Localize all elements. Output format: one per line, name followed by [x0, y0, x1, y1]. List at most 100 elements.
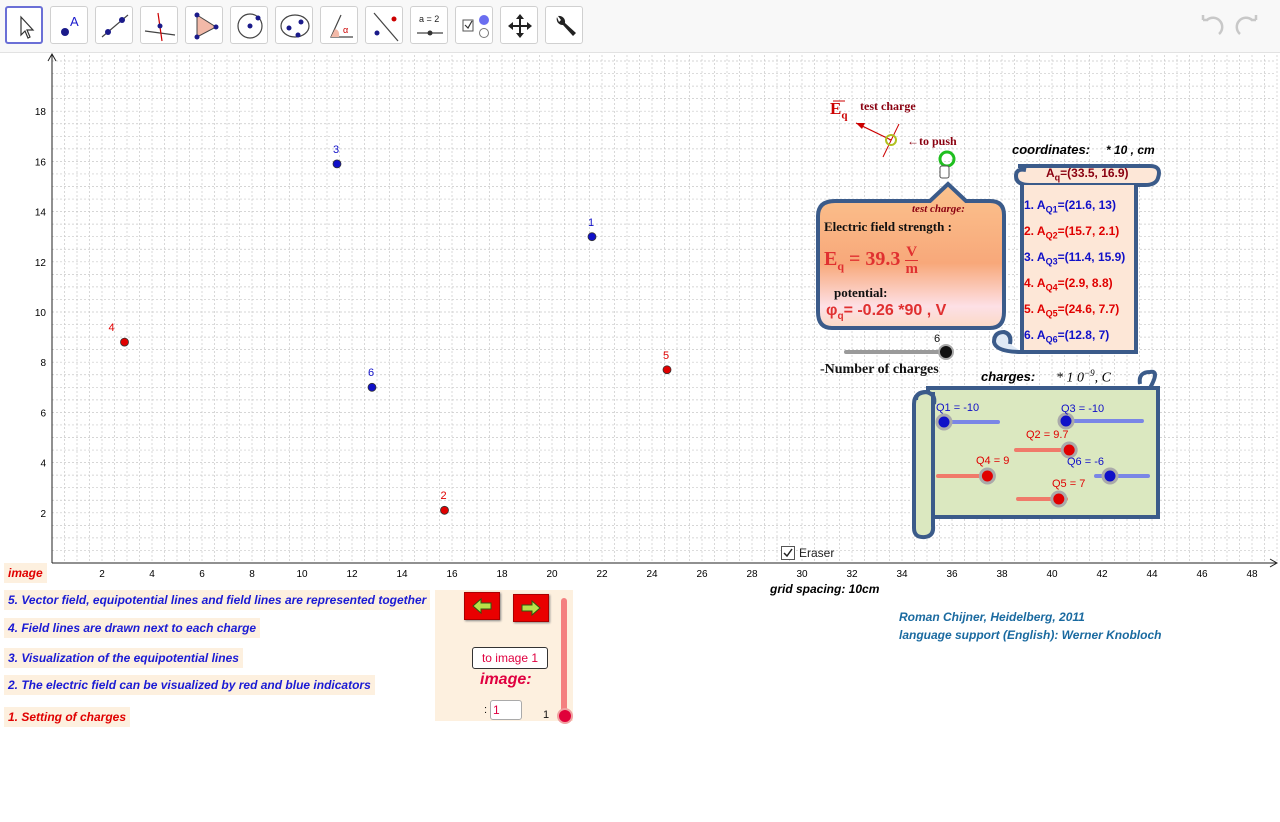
charge-point-label: 3	[333, 143, 340, 156]
image-slider-knob[interactable]	[557, 708, 573, 724]
charge-slider-label: Q3 = -10	[1061, 403, 1105, 415]
x-tick-label: 2	[99, 569, 105, 580]
charges-scroll-frame	[912, 369, 1160, 540]
next-image-button[interactable]	[513, 594, 549, 622]
coordinates-unit: * 10 , cm	[1106, 143, 1155, 157]
charge-coordinate-row: 4. AQ4=(2.9, 8.8)	[1024, 276, 1113, 293]
charge-point-label: 2	[440, 490, 447, 503]
x-tick-label: 8	[249, 569, 255, 580]
x-tick-label: 44	[1146, 569, 1158, 580]
x-tick-label: 32	[846, 569, 858, 580]
charge-slider-label: Q1 = -10	[936, 402, 980, 414]
x-tick-label: 40	[1046, 569, 1058, 580]
image-number-input[interactable]	[490, 700, 522, 720]
menu-item-2[interactable]: 2. The electric field can be visualized …	[4, 675, 375, 695]
charge-point[interactable]	[662, 365, 672, 375]
y-tick-label: 16	[35, 157, 47, 168]
charge-slider-knob[interactable]	[1050, 490, 1068, 508]
arrow-right-icon	[521, 599, 541, 617]
charge-point[interactable]	[120, 337, 129, 347]
y-tick-label: 14	[35, 208, 47, 219]
x-tick-label: 38	[996, 569, 1008, 580]
image-input-colon: :	[484, 704, 488, 716]
x-tick-label: 26	[696, 569, 708, 580]
charge-point-label: 5	[663, 349, 670, 362]
y-tick-label: 18	[35, 107, 47, 118]
x-tick-label: 20	[546, 569, 558, 580]
x-tick-label: 16	[446, 569, 458, 580]
test-charge-caption: test charge:	[912, 203, 965, 215]
charge-slider-label: Q4 = 9	[976, 455, 1010, 467]
charge-coordinate-row: 2. AQ2=(15.7, 2.1)	[1024, 224, 1120, 241]
charge-slider-knob[interactable]	[1101, 467, 1119, 485]
charge-slider-knob[interactable]	[935, 413, 953, 431]
charge-point-label: 6	[368, 367, 375, 380]
arrow-left-icon	[472, 597, 492, 615]
charge-slider-knob[interactable]	[1057, 412, 1075, 430]
number-of-charges-label: -Number of charges	[820, 362, 939, 377]
y-tick-label: 8	[40, 358, 46, 369]
charge-point[interactable]	[332, 159, 342, 169]
x-axis-ticks: 0246810121416182022242628303234363840424…	[41, 569, 1258, 580]
menu-item-1[interactable]: 1. Setting of charges	[4, 707, 131, 727]
x-tick-label: 36	[946, 569, 958, 580]
potential-label: potential:	[834, 285, 888, 300]
charge-point[interactable]	[587, 232, 597, 242]
charge-point-label: 1	[588, 216, 595, 229]
x-tick-label: 46	[1196, 569, 1208, 580]
menu-item-3[interactable]: 3. Visualization of the equipotential li…	[4, 648, 243, 668]
potential-value: φq= -0.26 *90 , V	[826, 302, 947, 323]
charge-slider-label: Q5 = 7	[1052, 478, 1086, 490]
image-slider-track[interactable]	[561, 598, 567, 716]
field-strength-value: Eq = 39.3 Vm	[824, 244, 918, 277]
x-tick-label: 24	[646, 569, 658, 580]
field-strength-label: Electric field strength :	[824, 219, 952, 234]
push-label: ←to push	[907, 134, 957, 148]
credits-author: Roman Chijner, Heidelberg, 2011	[899, 610, 1085, 624]
test-point-coordinates: Aq=(33.5, 16.9)	[1046, 166, 1129, 183]
charge-slider-knob[interactable]	[1060, 441, 1078, 459]
previous-image-button[interactable]	[464, 592, 500, 620]
x-tick-label: 14	[396, 569, 408, 580]
y-tick-label: 2	[40, 509, 46, 520]
checkmark-icon	[781, 546, 795, 560]
x-tick-label: 28	[746, 569, 758, 580]
charge-point[interactable]	[367, 382, 377, 392]
to-image-button[interactable]: to image 1	[472, 647, 548, 669]
number-of-charges-value: 6	[934, 333, 941, 345]
charge-coordinate-row: 1. AQ1=(21.6, 13)	[1024, 198, 1116, 215]
y-axis-ticks: 2 4 6 8 10 12 14 16 18	[35, 107, 47, 520]
menu-item-5[interactable]: 5. Vector field, equipotential lines and…	[4, 590, 431, 610]
push-handle[interactable]	[938, 150, 956, 179]
charge-point-label: 4	[108, 322, 115, 335]
x-tick-label: 6	[199, 569, 205, 580]
charge-point[interactable]	[440, 505, 449, 515]
image-title: image:	[480, 671, 532, 688]
x-tick-label: 48	[1246, 569, 1258, 580]
test-charge-label: test charge	[860, 99, 916, 113]
y-tick-label: 10	[35, 308, 47, 319]
x-tick-label: 18	[496, 569, 508, 580]
menu-item-4[interactable]: 4. Field lines are drawn next to each ch…	[4, 618, 261, 638]
eraser-checkbox[interactable]: Eraser	[781, 546, 834, 565]
charge-slider-knob[interactable]	[978, 467, 996, 485]
x-tick-label: 22	[596, 569, 608, 580]
grid-spacing-caption: grid spacing: 10cm	[770, 582, 880, 596]
charge-coordinate-row: 6. AQ6=(12.8, 7)	[1024, 328, 1110, 345]
coordinates-title: coordinates:	[1012, 142, 1091, 157]
charge-coordinate-row: 3. AQ3=(11.4, 15.9)	[1024, 250, 1126, 267]
charges-unit: * 1 0−9, C	[1056, 368, 1111, 386]
number-of-charges-slider[interactable]	[844, 344, 954, 360]
image-slider-value: 1	[543, 709, 550, 721]
x-tick-label: 42	[1096, 569, 1108, 580]
credits-translator: language support (English): Werner Knobl…	[899, 628, 1162, 642]
x-tick-label: 34	[896, 569, 908, 580]
charges-title: charges:	[981, 369, 1036, 384]
charge-coordinate-row: 5. AQ5=(24.6, 7.7)	[1024, 302, 1120, 319]
x-tick-label: 30	[796, 569, 808, 580]
y-tick-label: 6	[40, 408, 46, 419]
y-tick-label: 12	[35, 258, 47, 269]
x-tick-label: 10	[296, 569, 308, 580]
charge-slider-label: Q2 = 9.7	[1026, 429, 1069, 441]
field-vector-label: Eq	[830, 99, 848, 122]
